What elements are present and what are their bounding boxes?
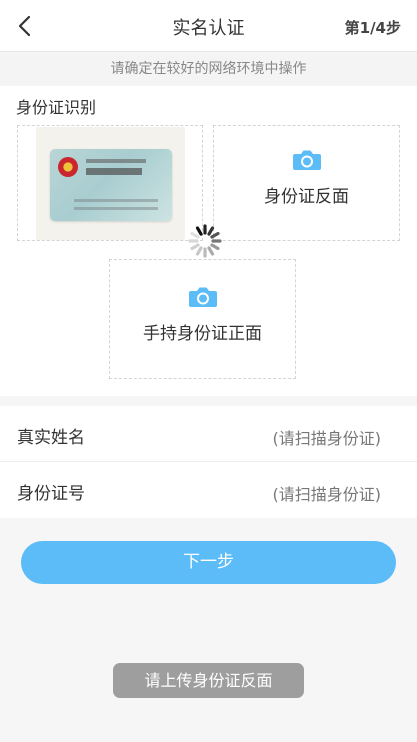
id-back-upload[interactable]: 身份证反面 — [213, 125, 400, 241]
camera-icon — [292, 150, 321, 170]
identity-form: 真实姓名 (请扫描身份证) 身份证号 (请扫描身份证) — [0, 406, 417, 518]
network-notice: 请确定在较好的网络环境中操作 — [0, 53, 417, 85]
id-card-front-image — [36, 127, 185, 240]
section-title: 身份证识别 — [16, 98, 97, 117]
handheld-id-label: 手持身份证正面 — [143, 324, 262, 344]
name-label: 真实姓名 — [17, 428, 85, 448]
national-emblem-icon — [58, 157, 78, 177]
nav-header: 实名认证 第1/4步 — [0, 0, 417, 52]
step-indicator: 第1/4步 — [344, 19, 401, 37]
camera-icon — [188, 287, 217, 307]
id-front-upload[interactable] — [17, 125, 203, 241]
toast-message: 请上传身份证反面 — [113, 663, 304, 698]
id-number-placeholder: (请扫描身份证) — [272, 485, 382, 504]
id-back-label: 身份证反面 — [264, 187, 349, 207]
id-number-field[interactable]: 身份证号 (请扫描身份证) — [0, 462, 417, 518]
id-number-label: 身份证号 — [17, 484, 85, 504]
name-field[interactable]: 真实姓名 (请扫描身份证) — [0, 406, 417, 462]
loading-spinner-icon — [188, 224, 222, 258]
handheld-id-upload[interactable]: 手持身份证正面 — [109, 259, 296, 379]
id-card-graphic — [50, 149, 172, 221]
name-placeholder: (请扫描身份证) — [272, 429, 382, 448]
next-step-button[interactable]: 下一步 — [21, 541, 396, 584]
